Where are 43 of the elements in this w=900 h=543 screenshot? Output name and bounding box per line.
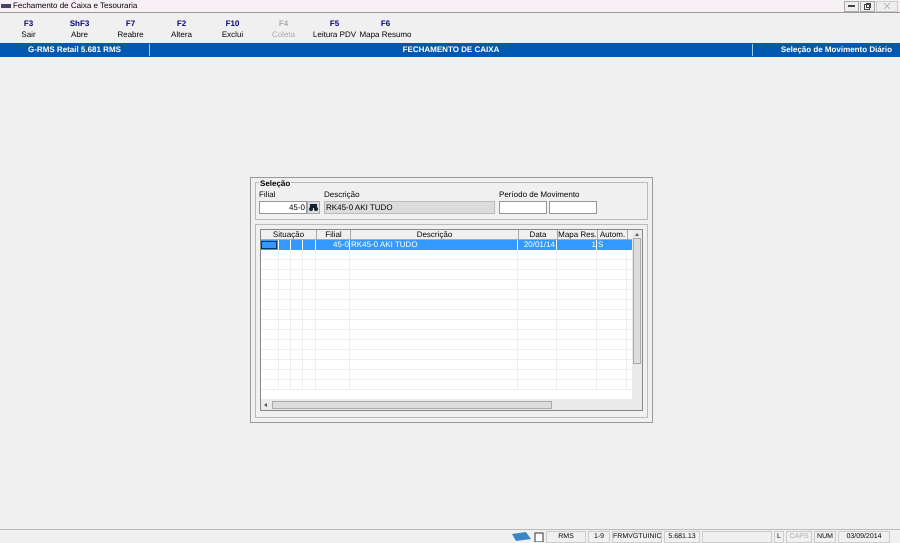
table-cell: RK45-0 AKI TUDO [350,240,518,250]
input-field[interactable] [549,201,597,214]
description-field: RK45-0 AKI TUDO [324,201,495,214]
minimize-button[interactable] [844,0,859,12]
column-header[interactable]: Data [519,230,558,239]
input-field[interactable]: 45-0 [259,201,307,214]
restore-icon [864,2,871,10]
toolbar-button[interactable]: F5 Leitura PDV [309,18,360,43]
table-cell: 1 [557,240,597,250]
group-legend: Seleção [259,178,292,190]
clipboard-icon [534,531,544,542]
field-label: Filial [259,189,276,201]
restore-button[interactable] [860,0,875,12]
toolbar-button[interactable]: ShF3 Abre [54,18,105,43]
toolbar-button[interactable]: F6 Mapa Resumo [360,18,411,43]
app-version: G-RMS Retail 5.681 RMS [0,44,150,56]
scroll-left-icon[interactable] [263,402,269,408]
toolbar-button[interactable]: F10 Exclui [207,18,258,43]
field-label: Descrição [324,189,361,201]
empty-status-panel [702,530,772,542]
vertical-scrollbar[interactable] [632,230,642,401]
toolbar-button[interactable]: F7 Reabre [105,18,156,43]
minimize-icon [848,5,855,7]
input-field[interactable] [499,201,547,214]
column-header[interactable]: Filial [317,230,351,239]
table-cell-text: S [597,240,604,250]
app-icon [1,2,11,10]
column-header[interactable]: Autom. [598,230,628,239]
toolbar-button[interactable]: F2 Altera [156,18,207,43]
table-cell: 45-0 [316,240,350,250]
screen-title: FECHAMENTO DE CAIXA [150,44,753,56]
close-icon [884,3,890,9]
horizontal-scrollbar[interactable] [261,399,642,410]
field-label: Período de Movimento [499,189,580,201]
keyboard-icon [510,531,532,542]
screen-subtitle: Seleção de Movimento Diário [780,44,893,56]
column-header[interactable]: Situação [261,230,317,239]
table-cell: 20/01/14 [518,240,557,250]
search-button[interactable] [307,201,320,214]
window-title: Fechamento de Caixa e Tesouraria [13,0,138,12]
toolbar-button[interactable]: F3 Sair [3,18,54,43]
column-header[interactable]: Mapa Res. [558,230,598,239]
column-header[interactable]: Descrição [351,230,519,239]
